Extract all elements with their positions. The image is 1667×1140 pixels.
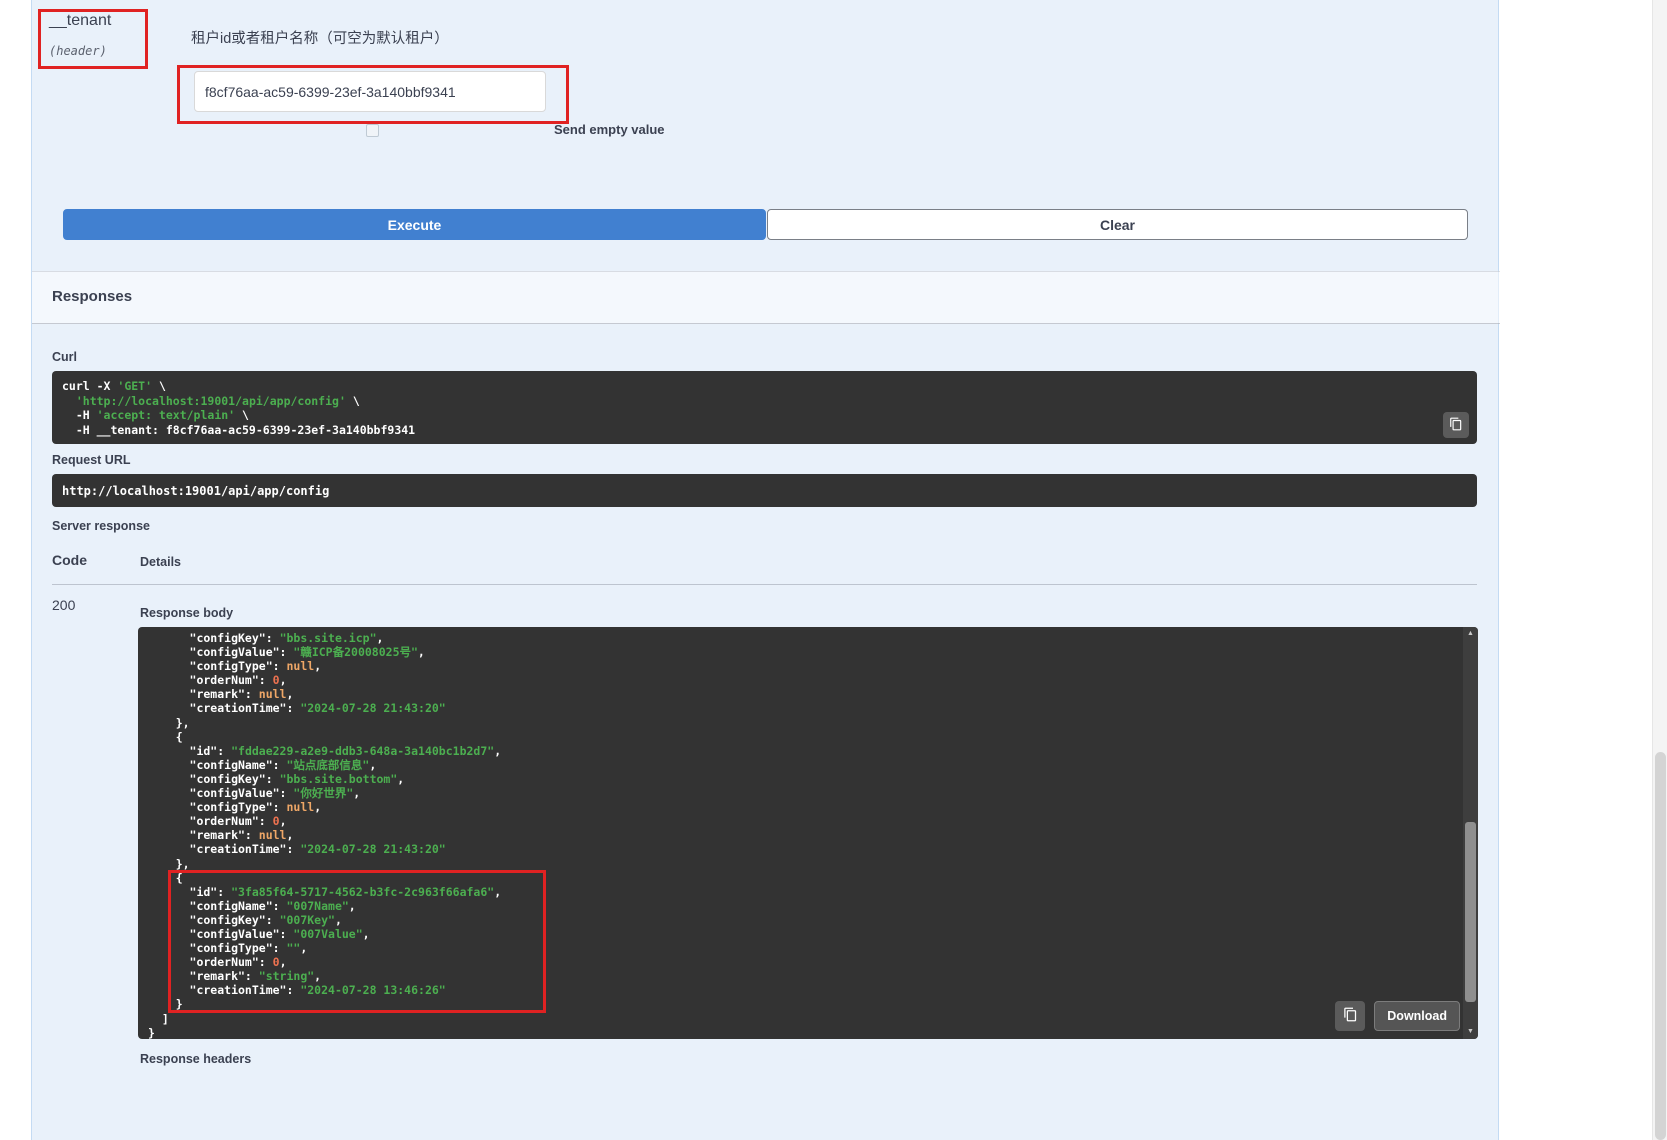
swagger-operation-page: __tenant (header) 租户id或者租户名称（可空为默认租户） Se… [0, 0, 1667, 1140]
response-body-label: Response body [140, 606, 233, 620]
get-operation-section: __tenant (header) 租户id或者租户名称（可空为默认租户） Se… [31, 0, 1499, 1140]
server-response-label: Server response [52, 519, 150, 533]
scroll-up-icon[interactable]: ▲ [1463, 627, 1478, 641]
status-code: 200 [52, 597, 75, 613]
send-empty-value-checkbox[interactable] [366, 124, 379, 137]
copy-response-button[interactable] [1335, 1001, 1365, 1031]
clipboard-icon [1449, 417, 1463, 434]
clipboard-icon [1343, 1007, 1358, 1025]
response-body-json: "configKey": "bbs.site.icp", "configValu… [138, 627, 1478, 1044]
table-header-divider [52, 584, 1477, 585]
response-body-actions: Download [1335, 1001, 1460, 1031]
send-empty-value-label: Send empty value [554, 122, 665, 137]
execute-button[interactable]: Execute [63, 209, 766, 240]
responses-title: Responses [52, 288, 132, 305]
tenant-value-input[interactable] [194, 71, 546, 112]
page-scrollbar-thumb[interactable] [1655, 752, 1666, 1140]
parameter-name: __tenant [49, 12, 111, 30]
parameter-location: (header) [49, 44, 107, 58]
scroll-down-icon[interactable]: ▼ [1463, 1025, 1478, 1039]
clear-button[interactable]: Clear [767, 209, 1468, 240]
response-headers-label: Response headers [140, 1052, 251, 1066]
scrollbar-thumb[interactable] [1465, 822, 1476, 1002]
curl-label: Curl [52, 350, 77, 364]
response-body-scrollbar[interactable]: ▲ ▼ [1463, 627, 1478, 1039]
curl-command-text: curl -X 'GET' \ 'http://localhost:19001/… [52, 371, 1477, 445]
download-button[interactable]: Download [1374, 1001, 1460, 1031]
request-url-value: http://localhost:19001/api/app/config [62, 484, 329, 498]
parameter-description: 租户id或者租户名称（可空为默认租户） [191, 27, 449, 48]
copy-curl-button[interactable] [1443, 412, 1469, 438]
request-url-block: http://localhost:19001/api/app/config [52, 474, 1477, 507]
page-scrollbar[interactable] [1652, 0, 1667, 1140]
curl-command-block: curl -X 'GET' \ 'http://localhost:19001/… [52, 371, 1477, 444]
code-column-header: Code [52, 552, 87, 568]
responses-header-band: Responses [32, 271, 1500, 324]
request-url-label: Request URL [52, 453, 130, 467]
details-column-header: Details [140, 555, 181, 569]
response-body-block: "configKey": "bbs.site.icp", "configValu… [138, 627, 1478, 1039]
